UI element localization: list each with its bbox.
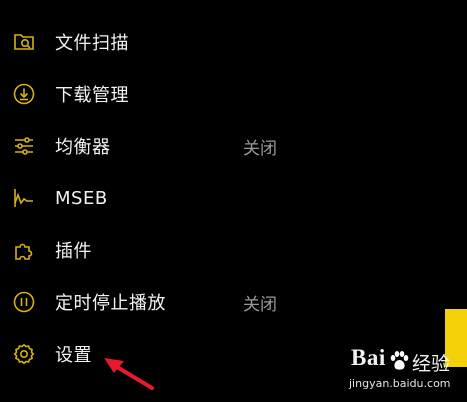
menu-item-label: MSEB [55,187,108,209]
menu-item-file-scan[interactable]: 文件扫描 [0,16,440,68]
menu-item-plugins[interactable]: 插件 [0,224,440,276]
equalizer-sliders-icon [13,135,35,157]
watermark: Bai 经验 jingyan.baidu.com [333,345,463,397]
folder-search-icon [13,31,35,53]
menu-item-download-manager[interactable]: 下载管理 [0,68,440,120]
app-drawer-menu: 文件扫描 下载管理 均衡器 关闭 MSEB 插件 定时停止播放 关闭 设置 Ba… [0,0,467,402]
menu-item-label: 均衡器 [55,137,111,158]
menu-item-mseb[interactable]: MSEB [0,172,440,224]
menu-item-label: 下载管理 [55,85,129,106]
annotation-arrow-icon [104,358,154,390]
menu-item-label: 设置 [55,345,92,366]
menu-item-label: 插件 [55,241,92,262]
menu-list: 文件扫描 下载管理 均衡器 关闭 MSEB 插件 定时停止播放 关闭 设置 [0,16,440,380]
puzzle-piece-icon [13,239,35,261]
watermark-suffix: 经验 [412,353,451,375]
baidu-paw-icon [390,351,409,370]
menu-item-label: 定时停止播放 [55,293,166,314]
menu-item-label: 文件扫描 [55,33,129,54]
watermark-url: jingyan.baidu.com [349,377,451,390]
gear-icon [13,343,35,365]
equalizer-status-value: 关闭 [243,138,277,159]
download-icon [13,83,35,105]
menu-item-sleep-timer[interactable]: 定时停止播放 关闭 [0,276,440,328]
menu-item-equalizer[interactable]: 均衡器 关闭 [0,120,440,172]
timer-stop-icon [13,291,35,313]
waveform-icon [13,187,35,209]
watermark-brand: Bai [351,345,386,370]
sleep-timer-status-value: 关闭 [243,294,277,315]
